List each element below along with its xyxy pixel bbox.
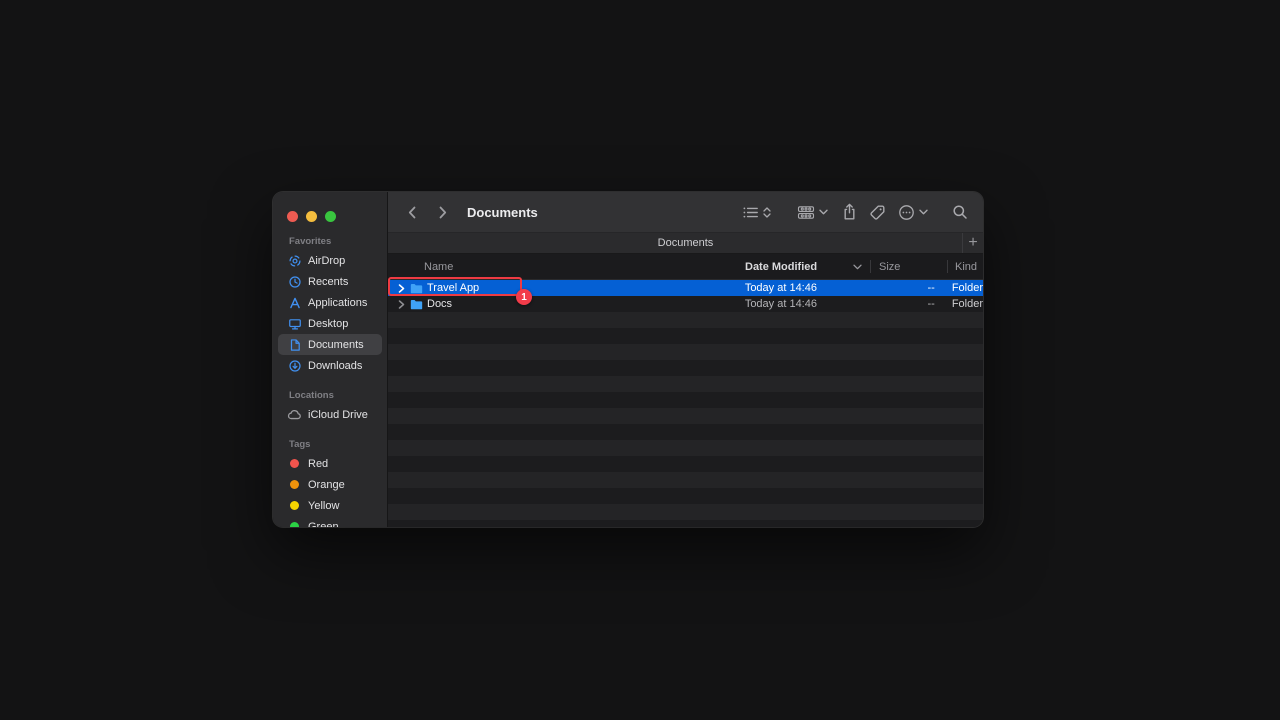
empty-row bbox=[388, 344, 983, 360]
annotation-highlight-box bbox=[388, 277, 522, 296]
more-icon bbox=[898, 204, 915, 221]
window-title: Documents bbox=[467, 205, 538, 220]
file-row-docs[interactable]: Docs Today at 14:46 -- Folder bbox=[388, 296, 983, 312]
column-header-label: Date Modified bbox=[745, 261, 817, 273]
sidebar-item-label: Documents bbox=[308, 339, 364, 351]
chevron-down-icon bbox=[819, 209, 828, 215]
column-header-name[interactable]: Name bbox=[388, 261, 738, 273]
sidebar-item-label: Desktop bbox=[308, 318, 348, 330]
file-kind: Folder bbox=[945, 298, 983, 310]
search-button[interactable] bbox=[952, 204, 968, 220]
close-window-button[interactable] bbox=[287, 211, 298, 222]
group-icon bbox=[797, 205, 815, 220]
file-size: -- bbox=[869, 282, 945, 294]
empty-row bbox=[388, 440, 983, 456]
sidebar-item-label: Red bbox=[308, 458, 328, 470]
file-list-rows: Travel App Today at 14:46 -- Folder Docs… bbox=[388, 280, 983, 527]
sidebar-item-label: Yellow bbox=[308, 500, 339, 512]
path-bar-location: Documents bbox=[388, 237, 983, 249]
zoom-window-button[interactable] bbox=[325, 211, 336, 222]
column-header-size[interactable]: Size bbox=[871, 261, 947, 273]
cloud-icon bbox=[287, 407, 302, 422]
folder-icon bbox=[410, 299, 423, 310]
column-header-kind[interactable]: Kind bbox=[948, 261, 983, 273]
sidebar-item-applications[interactable]: Applications bbox=[278, 292, 382, 313]
sidebar-item-label: AirDrop bbox=[308, 255, 345, 267]
file-name: Docs bbox=[427, 298, 452, 310]
more-options-button[interactable] bbox=[898, 204, 928, 221]
path-bar: Documents + bbox=[388, 232, 983, 254]
sidebar-item-tag-yellow[interactable]: Yellow bbox=[278, 495, 382, 516]
sidebar-item-airdrop[interactable]: AirDrop bbox=[278, 250, 382, 271]
empty-row bbox=[388, 312, 983, 328]
group-by-button[interactable] bbox=[797, 205, 828, 220]
document-icon bbox=[287, 337, 302, 352]
sidebar-item-label: Applications bbox=[308, 297, 367, 309]
sidebar-item-label: Orange bbox=[308, 479, 345, 491]
tag-icon bbox=[869, 204, 886, 221]
back-button[interactable] bbox=[405, 204, 420, 221]
empty-row bbox=[388, 392, 983, 408]
sidebar-section-favorites: Favorites bbox=[273, 236, 387, 247]
chevron-down-icon bbox=[919, 209, 928, 215]
empty-row bbox=[388, 424, 983, 440]
empty-row bbox=[388, 328, 983, 344]
file-date-modified: Today at 14:46 bbox=[737, 282, 869, 294]
sidebar-item-tag-red[interactable]: Red bbox=[278, 453, 382, 474]
main-area: Documents bbox=[388, 192, 983, 527]
empty-row bbox=[388, 456, 983, 472]
empty-row bbox=[388, 488, 983, 504]
sidebar-item-tag-green[interactable]: Green bbox=[278, 516, 382, 527]
clock-icon bbox=[287, 274, 302, 289]
share-button[interactable] bbox=[842, 203, 857, 221]
traffic-lights bbox=[273, 211, 387, 222]
file-size: -- bbox=[869, 298, 945, 310]
desktop-icon bbox=[287, 316, 302, 331]
empty-row bbox=[388, 376, 983, 392]
share-icon bbox=[842, 203, 857, 221]
add-tab-button[interactable]: + bbox=[962, 233, 983, 253]
tag-dot-red-icon bbox=[290, 459, 299, 468]
file-kind: Folder bbox=[945, 282, 983, 294]
column-header-date-modified[interactable]: Date Modified bbox=[738, 261, 870, 273]
chevron-up-down-icon bbox=[763, 207, 771, 218]
tag-dot-orange-icon bbox=[290, 480, 299, 489]
applications-icon bbox=[287, 295, 302, 310]
downloads-icon bbox=[287, 358, 302, 373]
sidebar: Favorites AirDrop Recents Applications bbox=[273, 192, 388, 527]
minimize-window-button[interactable] bbox=[306, 211, 317, 222]
tag-dot-green-icon bbox=[290, 522, 299, 527]
empty-row bbox=[388, 408, 983, 424]
file-date-modified: Today at 14:46 bbox=[737, 298, 869, 310]
list-view-icon bbox=[742, 205, 759, 220]
view-options-button[interactable] bbox=[742, 205, 771, 220]
sidebar-item-label: iCloud Drive bbox=[308, 409, 368, 421]
sidebar-item-desktop[interactable]: Desktop bbox=[278, 313, 382, 334]
sidebar-section-locations: Locations bbox=[273, 390, 387, 401]
tag-dot-yellow-icon bbox=[290, 501, 299, 510]
plus-icon: + bbox=[968, 234, 977, 252]
forward-button[interactable] bbox=[435, 204, 450, 221]
empty-row bbox=[388, 360, 983, 376]
annotation-step-badge: 1 bbox=[516, 289, 532, 305]
sidebar-item-label: Downloads bbox=[308, 360, 362, 372]
sidebar-item-tag-orange[interactable]: Orange bbox=[278, 474, 382, 495]
tags-button[interactable] bbox=[869, 204, 886, 221]
search-icon bbox=[952, 204, 968, 220]
disclosure-chevron-icon[interactable] bbox=[398, 300, 406, 309]
empty-row bbox=[388, 520, 983, 527]
airdrop-icon bbox=[287, 253, 302, 268]
toolbar: Documents bbox=[388, 192, 983, 232]
sidebar-item-recents[interactable]: Recents bbox=[278, 271, 382, 292]
empty-row bbox=[388, 472, 983, 488]
sidebar-section-tags: Tags bbox=[273, 439, 387, 450]
sort-chevron-down-icon bbox=[853, 264, 862, 270]
sidebar-item-label: Recents bbox=[308, 276, 348, 288]
sidebar-item-label: Green bbox=[308, 521, 339, 528]
empty-row bbox=[388, 504, 983, 520]
sidebar-item-documents[interactable]: Documents bbox=[278, 334, 382, 355]
finder-window: Favorites AirDrop Recents Applications bbox=[273, 192, 983, 527]
sidebar-item-icloud-drive[interactable]: iCloud Drive bbox=[278, 404, 382, 425]
sidebar-item-downloads[interactable]: Downloads bbox=[278, 355, 382, 376]
